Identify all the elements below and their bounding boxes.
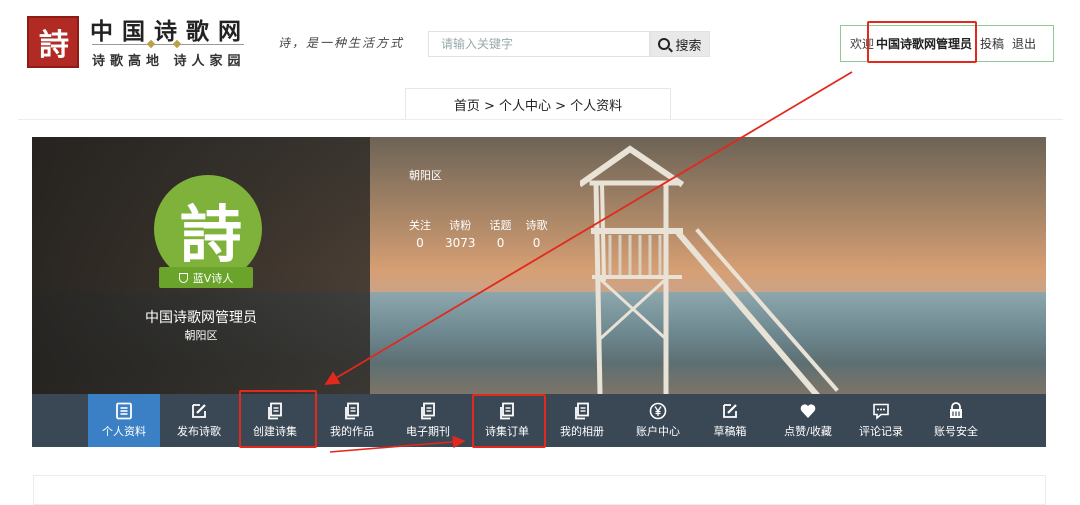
logo-glyph: 詩 <box>39 28 69 63</box>
nav-label: 评论记录 <box>859 425 903 438</box>
avatar-glyph: 詩 <box>179 198 242 271</box>
nav-label: 发布诗歌 <box>177 425 221 438</box>
stat-label: 关注 <box>409 219 431 232</box>
site-name[interactable]: 中国诗歌网 <box>90 12 250 46</box>
nav-item-account-security[interactable]: 账号安全 <box>923 394 989 447</box>
highlight-box-username <box>867 21 977 63</box>
lock-icon <box>947 402 965 420</box>
stat-value: 0 <box>532 236 541 250</box>
copy-icon <box>573 402 591 420</box>
header-divider <box>18 119 1063 120</box>
list-icon <box>115 402 133 420</box>
shield-icon <box>178 272 188 283</box>
verified-badge: 蓝V诗人 <box>159 267 253 288</box>
site-slogan: 诗，是一种生活方式 <box>278 36 405 50</box>
stat-poems[interactable]: 诗歌 0 <box>526 217 548 250</box>
profile-district: 朝阳区 <box>184 329 218 342</box>
stat-value: 0 <box>496 236 505 250</box>
nav-label: 账户中心 <box>636 425 680 438</box>
nav-label: 我的相册 <box>560 425 604 438</box>
comment-icon <box>872 402 890 420</box>
nav-item-publish-poem[interactable]: 发布诗歌 <box>166 394 232 447</box>
site-logo[interactable]: 詩 <box>27 16 79 68</box>
heart-icon <box>799 402 817 420</box>
stat-value: 0 <box>416 236 424 250</box>
edit-icon <box>190 402 208 420</box>
yen-icon <box>649 402 667 420</box>
submit-link[interactable]: 投稿 <box>980 35 1004 52</box>
breadcrumb: 首页 > 个人中心 > 个人资料 <box>405 88 671 119</box>
edit-icon <box>721 402 739 420</box>
nav-label: 账号安全 <box>934 425 978 438</box>
profile-banner: 詩 蓝V诗人 中国诗歌网管理员 朝阳区 朝阳区 关注 0 诗粉 3073 话题 … <box>32 137 1046 394</box>
nav-item-my-album[interactable]: 我的相册 <box>549 394 615 447</box>
profile-stats: 关注 0 诗粉 3073 话题 0 诗歌 0 <box>409 217 562 250</box>
stat-fans[interactable]: 诗粉 3073 <box>445 217 476 250</box>
site-tagline: 诗歌高地 诗人家园 <box>92 54 246 69</box>
content-panel <box>33 475 1046 505</box>
badge-label: 蓝V诗人 <box>192 271 234 285</box>
nav-label: 点赞/收藏 <box>784 425 832 438</box>
nav-item-my-works[interactable]: 我的作品 <box>319 394 385 447</box>
logo-divider <box>92 44 244 45</box>
stat-label: 话题 <box>489 219 512 232</box>
lifeguard-tower-image <box>580 145 839 394</box>
nav-item-account-center[interactable]: 账户中心 <box>625 394 691 447</box>
search-icon <box>658 38 671 50</box>
copy-icon <box>343 402 361 420</box>
nav-item-drafts[interactable]: 草稿箱 <box>697 394 763 447</box>
nav-item-profile[interactable]: 个人资料 <box>88 394 160 447</box>
search-button-label: 搜索 <box>675 38 702 54</box>
logout-link[interactable]: 退出 <box>1012 35 1036 52</box>
nav-item-e-journal[interactable]: 电子期刊 <box>395 394 461 447</box>
copy-icon <box>419 402 437 420</box>
profile-name: 中国诗歌网管理员 <box>145 310 257 326</box>
stat-follow[interactable]: 关注 0 <box>409 217 431 250</box>
profile-location: 朝阳区 <box>409 169 442 182</box>
stat-label: 诗歌 <box>525 219 548 232</box>
nav-label: 电子期刊 <box>406 425 450 438</box>
highlight-box-create-collection <box>239 390 317 448</box>
search-input[interactable] <box>428 31 650 57</box>
search-button[interactable]: 搜索 <box>650 31 710 57</box>
nav-item-likes-favorites[interactable]: 点赞/收藏 <box>770 394 846 447</box>
site-header: 詩 中国诗歌网 诗歌高地 诗人家园 诗，是一种生活方式 搜索 欢迎 中国诗歌网管… <box>0 0 1080 120</box>
nav-label: 草稿箱 <box>713 425 747 438</box>
stat-value: 3073 <box>445 236 476 250</box>
nav-label: 我的作品 <box>330 425 374 438</box>
nav-label: 个人资料 <box>102 425 146 438</box>
nav-item-comment-history[interactable]: 评论记录 <box>848 394 914 447</box>
stat-label: 诗粉 <box>449 219 472 232</box>
stat-topics[interactable]: 话题 0 <box>490 217 512 250</box>
highlight-box-collection-orders <box>472 394 546 448</box>
